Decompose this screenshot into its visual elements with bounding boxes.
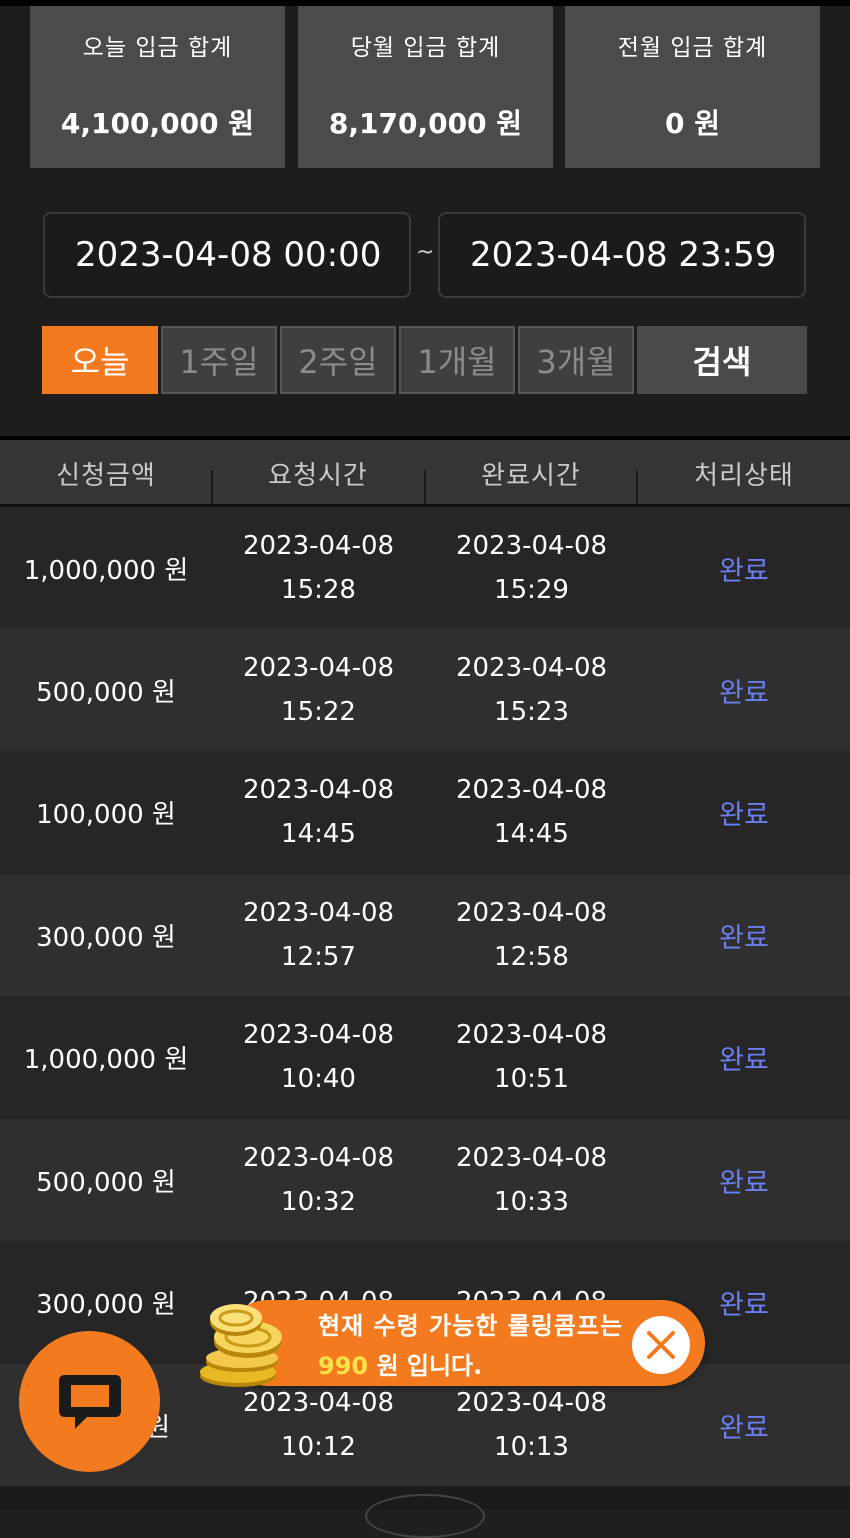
complete-clock: 10:33 — [494, 1187, 569, 1217]
request-date: 2023-04-08 — [242, 775, 395, 805]
summary-value: 4,100,000 원 — [60, 107, 255, 140]
summary-label: 전월 입금 합계 — [617, 35, 768, 61]
chat-button[interactable] — [19, 1331, 160, 1472]
request-date: 2023-04-08 — [242, 1020, 395, 1050]
notice-suffix: 원 입니다. — [368, 1352, 483, 1380]
header-complete-time: 완료시간 — [481, 460, 581, 491]
request-date: 2023-04-08 — [242, 1143, 395, 1173]
period-today-button[interactable]: 오늘 — [42, 326, 158, 394]
status-cell: 완료 — [719, 677, 769, 709]
amount-cell: 100,000 원 — [36, 799, 176, 830]
complete-clock: 12:58 — [494, 942, 569, 972]
status-cell: 완료 — [719, 555, 769, 587]
header-request-time: 요청시간 — [268, 460, 368, 491]
header-amount: 신청금액 — [56, 460, 156, 491]
period-2week-button[interactable]: 2주일 — [280, 326, 396, 394]
end-date-input[interactable] — [438, 212, 806, 298]
notice-close-button[interactable] — [632, 1316, 690, 1374]
table-row: 300,000 원 2023-04-08 12:57 2023-04-08 12:5… — [0, 874, 850, 996]
header-status: 처리상태 — [694, 460, 794, 491]
close-icon — [647, 1331, 675, 1359]
complete-date: 2023-04-08 — [455, 1143, 608, 1173]
request-clock: 10:40 — [281, 1064, 356, 1094]
request-clock: 14:45 — [281, 819, 356, 849]
complete-date: 2023-04-08 — [455, 1020, 608, 1050]
summary-value: 0 원 — [665, 107, 720, 140]
complete-time-cell: 2023-04-08 15:29 — [425, 507, 638, 629]
summary-value: 8,170,000 원 — [328, 107, 523, 140]
request-time-cell: 2023-04-08 15:22 — [212, 629, 425, 751]
table-row: 1,000,000 원 2023-04-08 15:28 2023-04-08 15… — [0, 507, 850, 629]
table-row: 500,000 원 2023-04-08 15:22 2023-04-08 15:2… — [0, 629, 850, 751]
summary-label: 당월 입금 합계 — [350, 35, 501, 61]
table-row: 500,000 원 2023-04-08 10:32 2023-04-08 10:3… — [0, 1119, 850, 1241]
request-date: 2023-04-08 — [242, 653, 395, 683]
notice-amount: 990 — [318, 1352, 369, 1380]
summary-this-month: 당월 입금 합계 8,170,000 원 — [298, 6, 553, 168]
request-date: 2023-04-08 — [242, 531, 395, 561]
amount-cell: 1,000,000 원 — [23, 1044, 189, 1075]
request-clock: 10:32 — [281, 1187, 356, 1217]
header-separator — [636, 470, 638, 504]
complete-clock: 10:13 — [494, 1432, 569, 1462]
request-clock: 10:12 — [281, 1432, 356, 1462]
complete-time-cell: 2023-04-08 10:33 — [425, 1119, 638, 1241]
amount-cell: 500,000 원 — [36, 677, 176, 708]
chat-bubble-icon — [58, 1374, 121, 1429]
complete-date: 2023-04-08 — [455, 898, 608, 928]
complete-date: 2023-04-08 — [455, 653, 608, 683]
amount-cell: 500,000 원 — [36, 1167, 176, 1198]
summary-label: 오늘 입금 합계 — [82, 35, 233, 61]
date-range-separator: ~ — [416, 240, 435, 265]
complete-date: 2023-04-08 — [455, 775, 608, 805]
complete-clock: 15:23 — [494, 697, 569, 727]
request-clock: 12:57 — [281, 942, 356, 972]
request-clock: 15:28 — [281, 575, 356, 605]
bottom-nav-center-tab[interactable] — [365, 1494, 485, 1538]
table-row: 1,000,000 원 2023-04-08 10:40 2023-04-08 10… — [0, 996, 850, 1118]
request-time-cell: 2023-04-08 14:45 — [212, 751, 425, 873]
notice-line-2: 990 원 입니다. — [318, 1346, 482, 1381]
start-date-input[interactable] — [43, 212, 411, 298]
period-1week-button[interactable]: 1주일 — [161, 326, 277, 394]
request-time-cell: 2023-04-08 15:28 — [212, 507, 425, 629]
amount-cell: 300,000 원 — [36, 922, 176, 953]
amount-cell: 1,000,000 원 — [23, 555, 189, 586]
request-clock: 15:22 — [281, 697, 356, 727]
period-1month-button[interactable]: 1개월 — [399, 326, 515, 394]
table-row: 100,000 원 2023-04-08 14:45 2023-04-08 14:4… — [0, 751, 850, 873]
request-date: 2023-04-08 — [242, 898, 395, 928]
complete-time-cell: 2023-04-08 14:45 — [425, 751, 638, 873]
gold-coins-icon — [200, 1304, 282, 1387]
complete-clock: 15:29 — [494, 575, 569, 605]
request-time-cell: 2023-04-08 10:32 — [212, 1119, 425, 1241]
request-time-cell: 2023-04-08 10:40 — [212, 996, 425, 1118]
complete-date: 2023-04-08 — [455, 531, 608, 561]
status-cell: 완료 — [719, 922, 769, 954]
request-time-cell: 2023-04-08 12:57 — [212, 874, 425, 996]
complete-clock: 14:45 — [494, 819, 569, 849]
complete-time-cell: 2023-04-08 10:51 — [425, 996, 638, 1118]
header-separator — [424, 470, 426, 504]
notice-line-1: 현재 수령 가능한 롤링콤프는 — [318, 1312, 624, 1340]
summary-today: 오늘 입금 합계 4,100,000 원 — [30, 6, 285, 168]
status-cell: 완료 — [719, 1167, 769, 1199]
status-cell: 완료 — [719, 1044, 769, 1076]
complete-time-cell: 2023-04-08 15:23 — [425, 629, 638, 751]
complete-time-cell: 2023-04-08 12:58 — [425, 874, 638, 996]
complete-date: 2023-04-08 — [455, 1388, 608, 1418]
table-header: 신청금액 요청시간 완료시간 처리상태 — [0, 440, 850, 506]
search-button[interactable]: 검색 — [637, 326, 807, 394]
complete-clock: 10:51 — [494, 1064, 569, 1094]
header-separator — [211, 470, 213, 504]
summary-last-month: 전월 입금 합계 0 원 — [565, 6, 820, 168]
period-3month-button[interactable]: 3개월 — [518, 326, 634, 394]
status-cell: 완료 — [719, 799, 769, 831]
